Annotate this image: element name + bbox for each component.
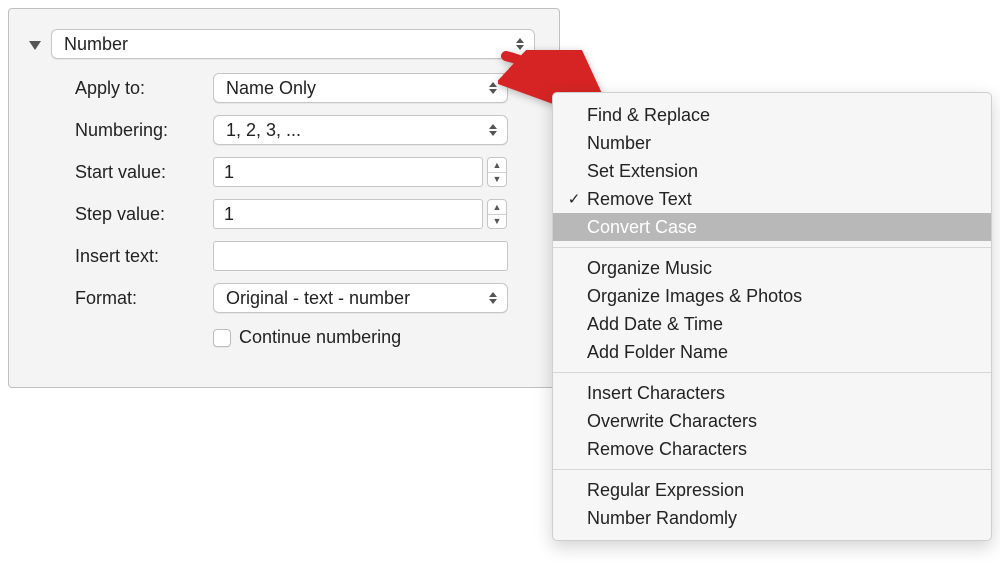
- menu-item-label: Set Extension: [587, 161, 698, 182]
- menu-item[interactable]: Find & Replace: [553, 101, 991, 129]
- select-arrows-icon: [485, 82, 501, 94]
- menu-item-label: Add Folder Name: [587, 342, 728, 363]
- menu-item[interactable]: Remove Characters: [553, 435, 991, 463]
- menu-separator: [553, 372, 991, 373]
- menu-item-label: Overwrite Characters: [587, 411, 757, 432]
- format-select[interactable]: Original - text - number: [213, 283, 508, 313]
- action-type-select[interactable]: Number: [51, 29, 535, 59]
- start-value-label: Start value:: [75, 162, 213, 183]
- step-value-input[interactable]: [213, 199, 483, 229]
- insert-text-input[interactable]: [213, 241, 508, 271]
- menu-item[interactable]: Insert Characters: [553, 379, 991, 407]
- menu-item[interactable]: Convert Case: [553, 213, 991, 241]
- format-value: Original - text - number: [226, 288, 410, 309]
- menu-item[interactable]: Organize Music: [553, 254, 991, 282]
- chevron-up-icon[interactable]: ▲: [488, 200, 506, 215]
- select-arrows-icon: [485, 124, 501, 136]
- continue-numbering-label: Continue numbering: [239, 327, 401, 348]
- checkmark-icon: ✓: [565, 190, 583, 208]
- continue-numbering-checkbox[interactable]: [213, 329, 231, 347]
- start-value-stepper[interactable]: ▲ ▼: [487, 157, 507, 187]
- menu-item[interactable]: Organize Images & Photos: [553, 282, 991, 310]
- menu-item-label: Convert Case: [587, 217, 697, 238]
- menu-item[interactable]: ✓Remove Text: [553, 185, 991, 213]
- step-value-stepper[interactable]: ▲ ▼: [487, 199, 507, 229]
- menu-item[interactable]: Overwrite Characters: [553, 407, 991, 435]
- menu-item-label: Number: [587, 133, 651, 154]
- action-type-menu[interactable]: Find & ReplaceNumberSet Extension✓Remove…: [552, 92, 992, 541]
- menu-item-label: Insert Characters: [587, 383, 725, 404]
- format-label: Format:: [75, 288, 213, 309]
- menu-item-label: Remove Text: [587, 189, 692, 210]
- menu-item[interactable]: Add Folder Name: [553, 338, 991, 366]
- menu-item-label: Regular Expression: [587, 480, 744, 501]
- chevron-down-icon[interactable]: ▼: [488, 173, 506, 187]
- apply-to-select[interactable]: Name Only: [213, 73, 508, 103]
- menu-item-label: Number Randomly: [587, 508, 737, 529]
- menu-item[interactable]: Add Date & Time: [553, 310, 991, 338]
- menu-item-label: Add Date & Time: [587, 314, 723, 335]
- menu-separator: [553, 469, 991, 470]
- start-value-input[interactable]: [213, 157, 483, 187]
- number-settings-panel: Number Apply to: Name Only Numbering:: [8, 8, 560, 388]
- select-arrows-icon: [485, 292, 501, 304]
- numbering-label: Numbering:: [75, 120, 213, 141]
- chevron-down-icon[interactable]: ▼: [488, 215, 506, 229]
- numbering-value: 1, 2, 3, ...: [226, 120, 301, 141]
- chevron-up-icon[interactable]: ▲: [488, 158, 506, 173]
- menu-item[interactable]: Regular Expression: [553, 476, 991, 504]
- numbering-select[interactable]: 1, 2, 3, ...: [213, 115, 508, 145]
- step-value-label: Step value:: [75, 204, 213, 225]
- menu-item-label: Find & Replace: [587, 105, 710, 126]
- apply-to-value: Name Only: [226, 78, 316, 99]
- apply-to-label: Apply to:: [75, 78, 213, 99]
- menu-item-label: Remove Characters: [587, 439, 747, 460]
- menu-item[interactable]: Set Extension: [553, 157, 991, 185]
- disclosure-triangle-icon[interactable]: [29, 41, 41, 50]
- menu-item[interactable]: Number Randomly: [553, 504, 991, 532]
- select-arrows-icon: [512, 38, 528, 50]
- menu-separator: [553, 247, 991, 248]
- action-type-value: Number: [64, 34, 128, 55]
- menu-item-label: Organize Music: [587, 258, 712, 279]
- menu-item-label: Organize Images & Photos: [587, 286, 802, 307]
- menu-item[interactable]: Number: [553, 129, 991, 157]
- insert-text-label: Insert text:: [75, 246, 213, 267]
